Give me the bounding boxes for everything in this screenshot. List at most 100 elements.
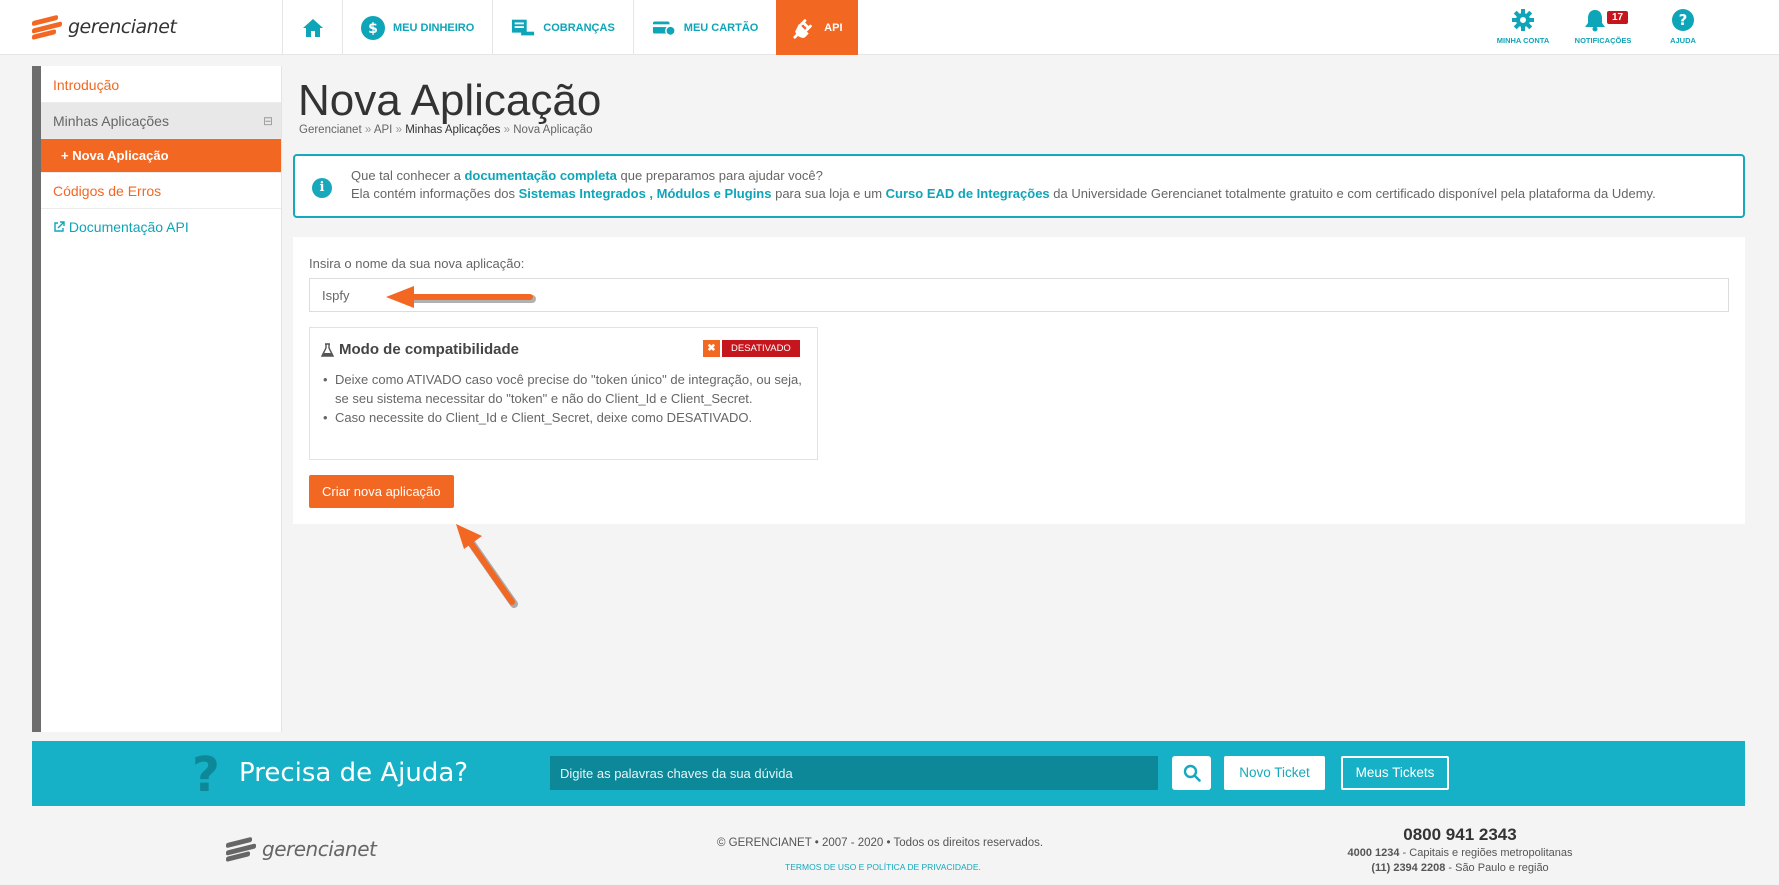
- minha-conta-button[interactable]: MINHA CONTA: [1483, 8, 1563, 45]
- sidebar-item-nova-aplicacao[interactable]: + Nova Aplicação: [41, 139, 281, 173]
- nav-label: MEU DINHEIRO: [393, 21, 475, 34]
- page-title: Nova Aplicação: [298, 76, 602, 125]
- compatibility-mode-box: Modo de compatibilidade ✖ DESATIVADO Dei…: [309, 327, 818, 460]
- info-banner: i Que tal conhecer a documentação comple…: [293, 154, 1745, 218]
- sidebar-item-documentacao-api[interactable]: Documentação API: [41, 209, 281, 245]
- nav-label: MEU CARTÃO: [683, 21, 759, 34]
- phone-number: 4000 1234: [1347, 847, 1400, 859]
- breadcrumb-separator: »: [503, 124, 511, 136]
- breadcrumb-gerencianet[interactable]: Gerencianet: [299, 124, 362, 136]
- breadcrumb-separator: »: [395, 124, 402, 136]
- list-item: Caso necessite do Client_Id e Client_Sec…: [321, 408, 811, 427]
- sidebar-strip: [32, 66, 41, 732]
- logo-text: gerencianet: [68, 16, 177, 38]
- help-circle-icon: ?: [1672, 9, 1694, 31]
- contact-phones: 0800 941 2343 4000 1234 - Capitais e reg…: [1330, 824, 1590, 876]
- gear-icon: [1512, 9, 1534, 31]
- curso-ead-link[interactable]: Curso EAD de Integrações: [886, 186, 1050, 201]
- info-text-segment: Que tal conhecer a: [351, 168, 465, 183]
- breadcrumb-minhas-aplicacoes[interactable]: Minhas Aplicações: [405, 124, 500, 136]
- svg-text:$: $: [368, 21, 378, 37]
- app-name-input[interactable]: [309, 278, 1729, 312]
- documentacao-completa-link[interactable]: documentação completa: [464, 168, 616, 183]
- main-phone: 0800 941 2343: [1403, 825, 1517, 844]
- breadcrumb-nova-aplicacao: Nova Aplicação: [513, 124, 593, 136]
- compatibility-mode-label: Modo de compatibilidade: [339, 341, 520, 358]
- flask-icon: [321, 342, 334, 357]
- info-text-segment: Ela contém informações dos: [351, 186, 519, 201]
- nav-api[interactable]: API: [776, 0, 859, 55]
- logo-mark-icon: [226, 836, 256, 862]
- info-icon: i: [312, 178, 332, 198]
- help-title: Precisa de Ajuda?: [239, 758, 469, 788]
- app-name-label: Insira o nome da sua nova aplicação:: [309, 256, 525, 271]
- phone-description: - São Paulo e região: [1445, 862, 1549, 874]
- nav-home[interactable]: [282, 0, 342, 55]
- nav-meu-dinheiro[interactable]: $ MEU DINHEIRO: [342, 0, 492, 55]
- bell-icon: [1585, 10, 1605, 32]
- ajuda-button[interactable]: ? AJUDA: [1643, 8, 1723, 45]
- external-link-icon: [54, 221, 65, 232]
- ajuda-label: AJUDA: [1670, 36, 1696, 45]
- annotation-arrow-icon: [456, 524, 518, 608]
- info-text-segment: para sua loja e um: [771, 186, 886, 201]
- sidebar-item-introducao[interactable]: Introdução: [41, 67, 281, 103]
- nav-cobrancas[interactable]: COBRANÇAS: [492, 0, 633, 55]
- search-icon: [1183, 764, 1201, 782]
- info-line-1: Que tal conhecer a documentação completa…: [351, 167, 1656, 185]
- sidebar-item-label: Documentação API: [68, 219, 189, 235]
- modulos-plugins-link[interactable]: Módulos e Plugins: [657, 186, 772, 201]
- card-icon: [652, 16, 676, 40]
- notification-count-badge: 17: [1607, 11, 1629, 24]
- help-bar: ? Precisa de Ajuda? Novo Ticket Meus Tic…: [32, 741, 1745, 806]
- gerencianet-logo[interactable]: gerencianet: [32, 14, 177, 40]
- compatibility-status-badge: DESATIVADO: [722, 340, 800, 357]
- copyright-text: © GERENCIANET • 2007 - 2020 • Todos os d…: [717, 837, 1044, 849]
- breadcrumb: Gerencianet » API » Minhas Aplicações » …: [299, 124, 593, 136]
- new-app-form: Insira o nome da sua nova aplicação: Mod…: [293, 237, 1745, 524]
- help-search-button[interactable]: [1172, 756, 1211, 790]
- info-line-2: Ela contém informações dos Sistemas Inte…: [351, 185, 1656, 203]
- sidebar-item-label: Minhas Aplicações: [53, 113, 169, 129]
- compatibility-mode-title: Modo de compatibilidade: [321, 341, 519, 358]
- sistemas-integrados-link[interactable]: Sistemas Integrados: [519, 186, 646, 201]
- top-navbar: gerencianet $ MEU DINHEIRO COBRANÇAS MEU…: [0, 0, 1779, 55]
- list-item: Deixe como ATIVADO caso você precise do …: [321, 370, 811, 408]
- breadcrumb-api[interactable]: API: [374, 124, 393, 136]
- main-nav: $ MEU DINHEIRO COBRANÇAS MEU CARTÃO API: [282, 0, 859, 55]
- nav-label: COBRANÇAS: [543, 21, 615, 34]
- svg-text:?: ?: [1679, 11, 1688, 29]
- phone-description: - Capitais e regiões metropolitanas: [1399, 847, 1573, 859]
- plug-icon: [792, 16, 816, 40]
- phone-sao-paulo: (11) 2394 2208 - São Paulo e região: [1330, 861, 1590, 876]
- nav-meu-cartao[interactable]: MEU CARTÃO: [632, 0, 777, 55]
- footer-logo: gerencianet: [226, 836, 377, 862]
- dollar-coin-icon: $: [361, 15, 385, 40]
- home-icon: [302, 18, 323, 37]
- compatibility-mode-toggle[interactable]: ✖ DESATIVADO: [703, 340, 800, 357]
- sidebar-item-minhas-aplicacoes[interactable]: Minhas Aplicações ⊟: [41, 103, 281, 139]
- notifications-button[interactable]: 17 NOTIFICAÇÕES: [1563, 8, 1643, 45]
- sidebar: Introdução Minhas Aplicações ⊟ + Nova Ap…: [41, 66, 282, 732]
- help-search-input[interactable]: [550, 756, 1158, 790]
- phone-capitais: 4000 1234 - Capitais e regiões metropoli…: [1330, 846, 1590, 861]
- terms-link[interactable]: TERMOS DE USO E POLÍTICA DE PRIVACIDADE.: [785, 862, 981, 872]
- my-tickets-button[interactable]: Meus Tickets: [1341, 756, 1449, 790]
- notifications-label: NOTIFICAÇÕES: [1574, 36, 1632, 45]
- create-application-button[interactable]: Criar nova aplicação: [309, 475, 454, 508]
- invoice-icon: [511, 16, 535, 40]
- question-mark-icon: ?: [192, 747, 220, 803]
- collapse-icon[interactable]: ⊟: [263, 103, 273, 139]
- close-icon: ✖: [703, 340, 720, 357]
- nav-label: API: [824, 21, 843, 34]
- info-text-segment: ,: [645, 186, 657, 201]
- new-ticket-button[interactable]: Novo Ticket: [1224, 756, 1325, 790]
- sidebar-item-codigos-de-erros[interactable]: Códigos de Erros: [41, 173, 281, 209]
- info-banner-text: Que tal conhecer a documentação completa…: [351, 167, 1656, 203]
- minha-conta-label: MINHA CONTA: [1496, 36, 1550, 45]
- compatibility-info-list: Deixe como ATIVADO caso você precise do …: [321, 370, 811, 427]
- logo-mark-icon: [32, 14, 62, 40]
- user-nav: MINHA CONTA 17 NOTIFICAÇÕES ? AJUDA: [1483, 8, 1723, 45]
- breadcrumb-separator: »: [364, 124, 372, 136]
- logo-text: gerencianet: [262, 837, 377, 861]
